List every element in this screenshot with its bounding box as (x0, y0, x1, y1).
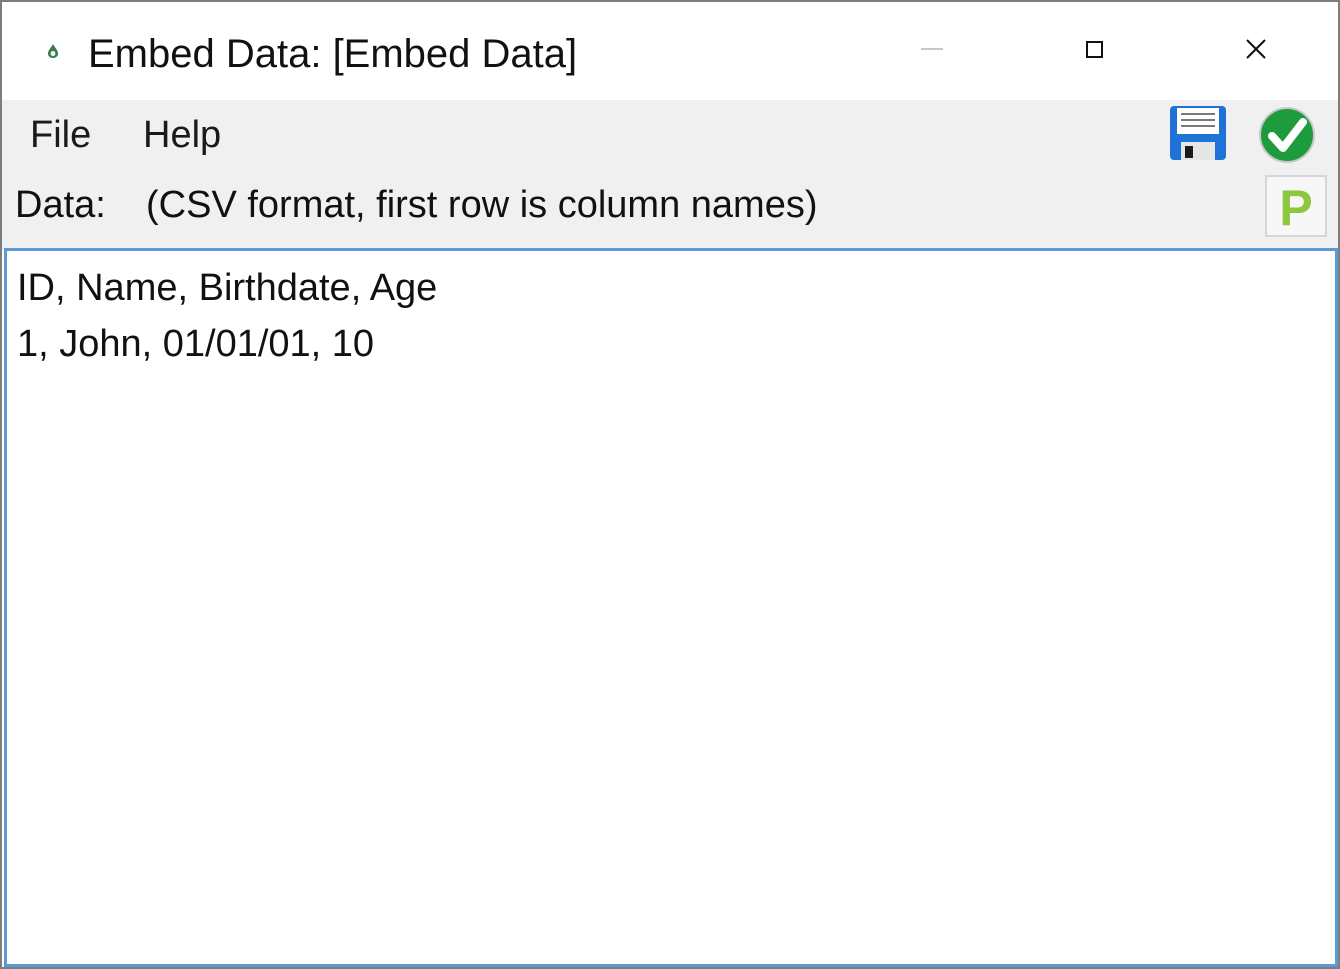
svg-text:P: P (1279, 180, 1312, 235)
editor-line: 1, John, 01/01/01, 10 (17, 323, 375, 365)
csv-data-textarea[interactable]: ID, Name, Birthdate, Age 1, John, 01/01/0… (4, 248, 1338, 967)
data-label: Data: (15, 184, 106, 226)
menu-file[interactable]: File (30, 112, 91, 158)
window-title: Embed Data: [Embed Data] (88, 32, 578, 76)
close-icon (1246, 39, 1266, 59)
floppy-disk-icon[interactable] (1168, 104, 1228, 162)
menu-help[interactable]: Help (143, 112, 221, 158)
editor-line: ID, Name, Birthdate, Age (17, 267, 438, 309)
maximize-icon (1085, 40, 1103, 58)
drop-icon (48, 44, 58, 58)
minimize-icon (921, 48, 943, 50)
close-button[interactable] (1202, 2, 1310, 98)
menu-toolbar-area: File Help Data: (CSV format, first row i… (2, 100, 1338, 250)
maximize-button[interactable] (1040, 2, 1148, 98)
title-bar[interactable]: Embed Data: [Embed Data] (2, 2, 1338, 100)
minimize-button[interactable] (878, 2, 986, 98)
p-badge-button[interactable]: P (1265, 175, 1327, 237)
p-badge-icon: P (1279, 180, 1312, 236)
data-format-hint: (CSV format, first row is column names) (146, 184, 818, 226)
embed-data-window: Embed Data: [Embed Data] File Help Data:… (0, 0, 1340, 969)
check-circle-icon[interactable] (1258, 106, 1316, 164)
